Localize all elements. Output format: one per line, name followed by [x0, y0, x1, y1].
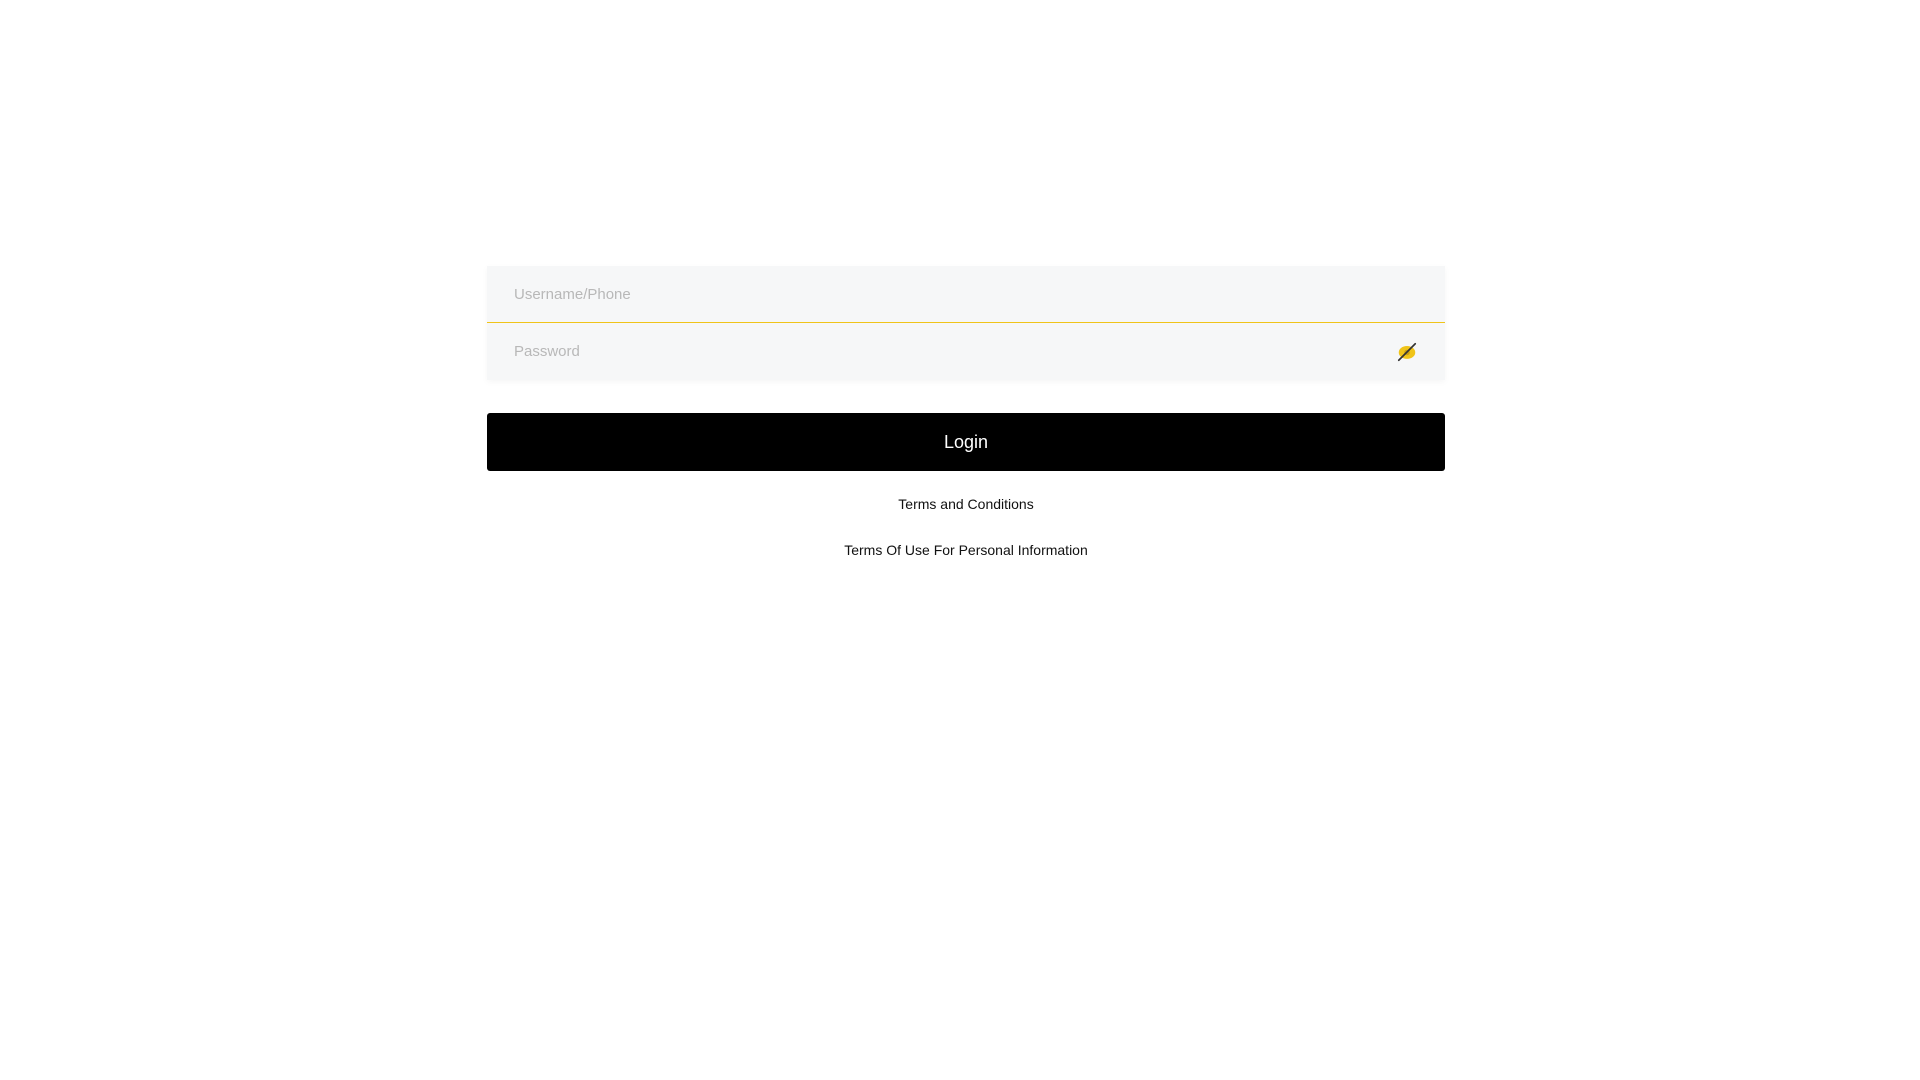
password-row: [487, 323, 1445, 380]
username-input[interactable]: [487, 266, 1445, 322]
personal-info-terms-link[interactable]: Terms Of Use For Personal Information: [487, 541, 1445, 559]
login-form: Login Terms and Conditions Terms Of Use …: [487, 266, 1445, 559]
login-button[interactable]: Login: [487, 413, 1445, 471]
terms-and-conditions-link[interactable]: Terms and Conditions: [487, 495, 1445, 513]
credential-fields: [487, 266, 1445, 380]
password-input[interactable]: [487, 323, 1445, 380]
eye-off-icon[interactable]: [1395, 340, 1419, 364]
login-page: Login Terms and Conditions Terms Of Use …: [0, 0, 1920, 1080]
username-row: [487, 266, 1445, 323]
legal-links: Terms and Conditions Terms Of Use For Pe…: [487, 495, 1445, 559]
